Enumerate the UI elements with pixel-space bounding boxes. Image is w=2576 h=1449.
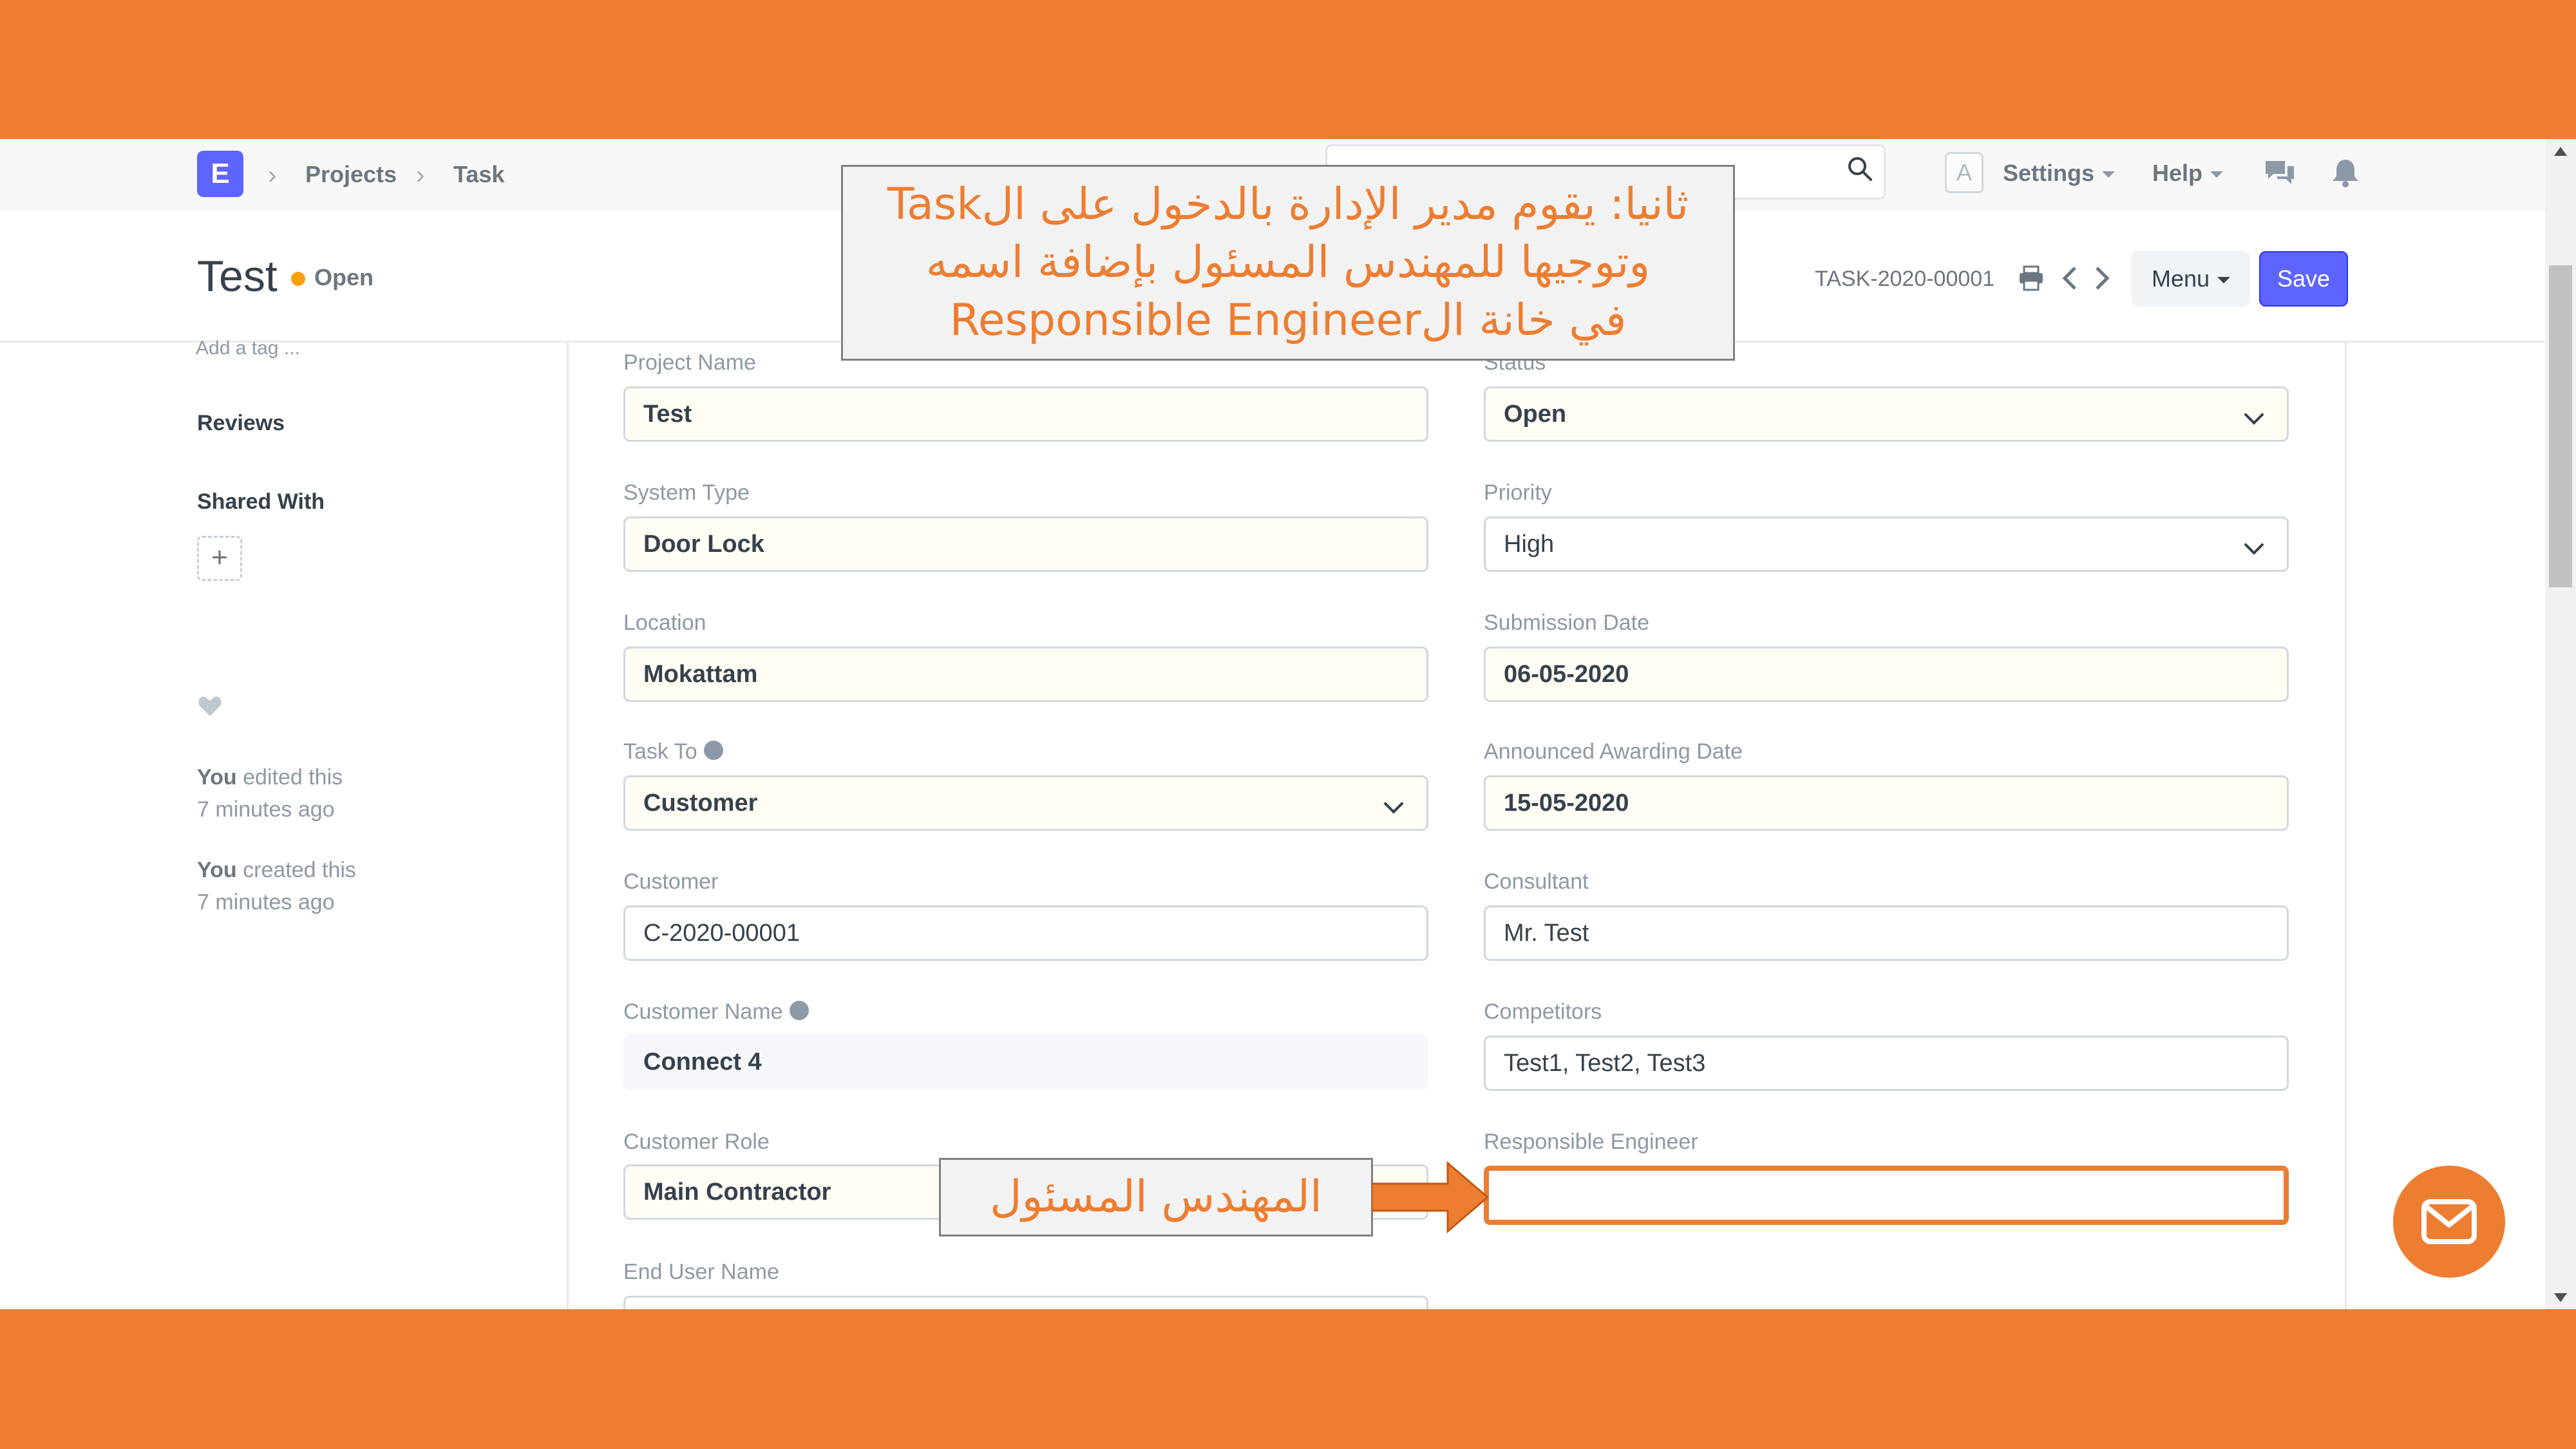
activity-time: 7 minutes ago [197, 797, 335, 822]
help-dropdown[interactable]: Help [2152, 157, 2224, 189]
caret-down-icon [2210, 171, 2224, 178]
document-name: TASK-2020-00001 [1815, 267, 1995, 291]
save-button[interactable]: Save [2259, 251, 2348, 307]
location-label: Location [623, 611, 706, 635]
customer-name-label-text: Customer Name [623, 999, 783, 1024]
priority-value: High [1504, 531, 1555, 558]
avatar[interactable]: A [1945, 152, 1984, 193]
add-share-button[interactable]: + [197, 536, 242, 581]
next-icon[interactable] [2090, 264, 2114, 292]
shared-with-heading: Shared With [197, 489, 325, 514]
search-icon[interactable] [1847, 156, 1873, 182]
task-to-value: Customer [643, 790, 758, 817]
chevron-right-icon: › [268, 161, 277, 189]
customer-name-field: Connect 4 [623, 1034, 1428, 1090]
callout-line-3: في خانة الResponsible Engineer [949, 295, 1627, 346]
activity-user: You [197, 858, 237, 882]
location-field[interactable]: Mokattam [623, 647, 1428, 702]
task-to-select[interactable]: Customer [623, 775, 1428, 831]
customer-role-label: Customer Role [623, 1130, 770, 1154]
previous-icon[interactable] [2058, 264, 2081, 292]
customer-field[interactable]: C-2020-00001 [623, 905, 1428, 961]
activity-action: created this [236, 858, 356, 882]
status-select[interactable]: Open [1484, 386, 2289, 442]
scroll-down-icon[interactable] [2552, 1289, 2570, 1305]
app-logo[interactable]: E [197, 151, 243, 197]
task-to-label-text: Task To [623, 739, 697, 764]
customer-label: Customer [623, 869, 719, 894]
responsible-engineer-label: Responsible Engineer [1484, 1130, 1698, 1154]
end-user-name-label: End User Name [623, 1260, 779, 1284]
awarding-date-label: Announced Awarding Date [1484, 739, 1743, 764]
mail-icon [2421, 1199, 2477, 1244]
awarding-date-field[interactable]: 15-05-2020 [1484, 775, 2289, 831]
caret-down-icon [2217, 277, 2231, 284]
globe-icon [703, 741, 723, 761]
callout-line-1: ثانيا: يقوم مدير الإدارة بالدخول على الT… [887, 179, 1689, 230]
competitors-field[interactable]: Test1, Test2, Test3 [1484, 1036, 2289, 1091]
status-value: Open [1504, 401, 1567, 428]
chat-icon[interactable] [2262, 155, 2298, 191]
bottom-orange-band [0, 1309, 2576, 1449]
caret-down-icon [2102, 171, 2116, 178]
activity-action: edited this [236, 765, 343, 790]
submission-date-label: Submission Date [1484, 611, 1650, 635]
responsible-engineer-field[interactable] [1484, 1166, 2289, 1225]
page-title: Test [197, 252, 278, 301]
arrow-right-icon [1372, 1160, 1490, 1234]
end-user-name-field[interactable] [623, 1296, 1428, 1309]
heart-icon[interactable] [197, 693, 223, 719]
consultant-label: Consultant [1484, 869, 1589, 894]
menu-button[interactable]: Menu [2132, 251, 2250, 307]
help-label: Help [2152, 160, 2203, 186]
chevron-down-icon [2244, 404, 2264, 425]
print-icon[interactable] [2017, 264, 2045, 292]
settings-dropdown[interactable]: Settings [2003, 157, 2116, 189]
customer-name-label: Customer Name [623, 997, 809, 1027]
activity-user: You [197, 765, 237, 790]
status-indicator [291, 272, 305, 286]
activity-edited: You edited this 7 minutes ago [197, 761, 343, 826]
add-tag-link[interactable]: Add a tag ... [196, 332, 300, 365]
system-type-label: System Type [623, 480, 750, 505]
submission-date-field[interactable]: 06-05-2020 [1484, 647, 2289, 702]
globe-icon [789, 1001, 809, 1021]
status-badge: Open [314, 264, 374, 290]
priority-label: Priority [1484, 480, 1552, 505]
field-callout: المهندس المسئول [939, 1158, 1373, 1236]
breadcrumb-task[interactable]: Task [453, 158, 504, 191]
chevron-down-icon [2244, 535, 2264, 555]
project-name-label: Project Name [623, 350, 756, 375]
scroll-up-icon[interactable] [2552, 144, 2570, 160]
task-to-label: Task To [623, 737, 723, 766]
instruction-callout: ثانيا: يقوم مدير الإدارة بالدخول على الT… [841, 165, 1735, 361]
bell-icon[interactable] [2327, 155, 2363, 191]
chevron-right-icon: › [416, 161, 425, 189]
breadcrumb-projects[interactable]: Projects [305, 158, 397, 191]
settings-label: Settings [2003, 160, 2095, 186]
reviews-heading: Reviews [197, 411, 285, 435]
chat-button[interactable] [2393, 1166, 2505, 1278]
menu-label: Menu [2151, 265, 2210, 292]
callout-line-2: وتوجيها للمهندس المسئول بإضافة اسمه [925, 237, 1651, 288]
system-type-field[interactable]: Door Lock [623, 516, 1428, 572]
consultant-field[interactable]: Mr. Test [1484, 905, 2289, 961]
chevron-down-icon [1383, 793, 1404, 814]
activity-created: You created this 7 minutes ago [197, 854, 356, 918]
competitors-label: Competitors [1484, 999, 1602, 1024]
activity-time: 7 minutes ago [197, 890, 335, 914]
scrollbar-thumb[interactable] [2549, 265, 2572, 587]
priority-select[interactable]: High [1484, 516, 2289, 572]
project-name-field[interactable]: Test [623, 386, 1428, 442]
top-orange-band [0, 0, 2576, 139]
